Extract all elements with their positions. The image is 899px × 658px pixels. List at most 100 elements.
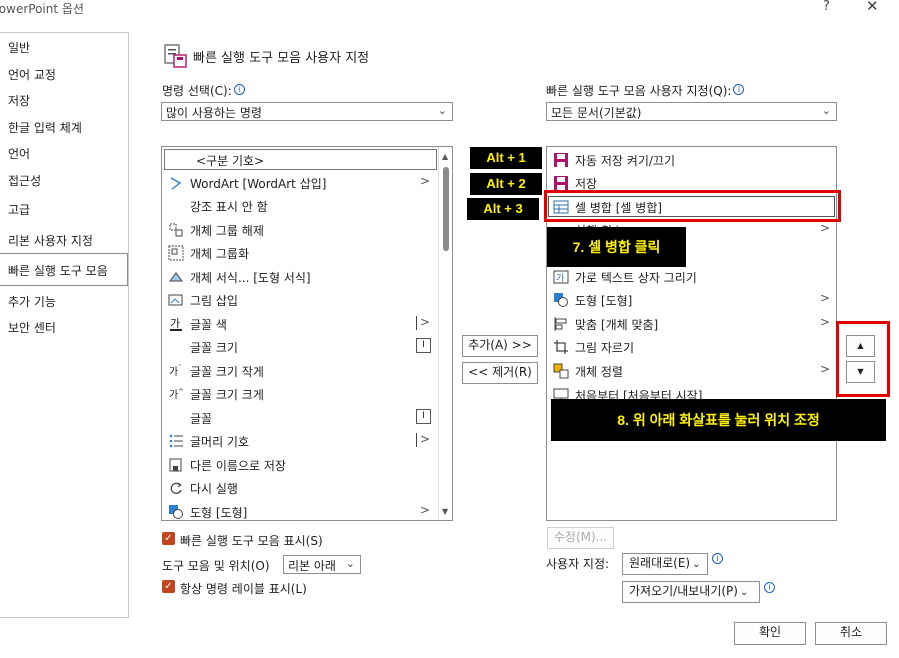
list-item[interactable]: 글꼴 크기 I [162,335,452,358]
insert-picture-icon [168,294,183,306]
nav-item-general[interactable]: 일반 [8,39,30,56]
nav-item-input[interactable]: 한글 입력 체계 [8,119,82,136]
cancel-button[interactable]: 취소 [815,622,887,645]
nav-item-customize-ribbon[interactable]: 리본 사용자 지정 [8,232,93,249]
svg-text:가: 가 [169,366,178,378]
info-icon[interactable]: i [733,84,745,95]
shapes-icon [169,505,183,519]
nav-item-language[interactable]: 언어 [8,145,30,162]
info-icon[interactable]: i [712,553,723,564]
list-item[interactable]: 가ˇ 글꼴 크기 작게 [162,359,452,382]
list-item-label: 맞춤 [개체 맞춤] [575,318,659,332]
chevron-right-icon: > [420,315,431,329]
nav-item-quick-access[interactable]: 빠른 실행 도구 모음 [8,262,108,279]
chevron-right-icon: > [820,291,831,305]
commands-scrollbar[interactable]: ▲ ▼ [438,147,452,520]
list-item[interactable]: 도형 [도형] > [162,500,452,520]
quick-access-toolbar-icon [164,44,187,68]
nav-item-proofing[interactable]: 언어 교정 [8,66,56,83]
reset-button[interactable]: 원래대로(E) ⌄ [622,553,708,575]
list-item[interactable]: 개체 그룹화 [162,241,452,264]
move-up-button[interactable]: ▲ [846,335,875,357]
ok-button[interactable]: 확인 [734,622,806,645]
chevron-down-icon: ⌄ [345,557,355,570]
chevron-right-icon: > [820,315,831,329]
nav-item-save[interactable]: 저장 [8,92,30,109]
list-item[interactable]: 개체 정렬 > [547,359,836,382]
customizations-label: 사용자 지정: [546,557,610,571]
move-down-button[interactable]: ▼ [846,361,875,383]
font-box-icon: I [416,409,431,424]
page-title: 빠른 실행 도구 모음 사용자 지정 [193,51,370,66]
show-toolbar-label: 빠른 실행 도구 모음 표시(S) [180,534,323,548]
close-button[interactable]: ✕ [866,0,879,15]
list-item[interactable]: WordArt [WordArt 삽입] > [162,171,452,194]
always-show-labels-label: 항상 명령 레이블 표시(L) [180,582,307,596]
list-item[interactable]: 개체 그룹 해제 [162,218,452,241]
commands-list[interactable]: <구분 기호> WordArt [WordArt 삽입] > 강조 표시 안 함… [161,146,453,521]
customize-toolbar-text: 빠른 실행 도구 모음 사용자 지정(Q): [546,84,732,98]
svg-text:ˇ: ˇ [178,364,182,372]
modify-button[interactable]: 수정(M)... [547,527,614,549]
alt1-annotation: Alt + 1 [470,147,542,169]
choose-commands-label: 명령 선택(C): i [162,82,245,99]
svg-text:가: 가 [169,389,178,401]
split-divider [416,433,417,447]
always-show-labels-checkbox[interactable]: ✓ [162,580,175,593]
scroll-down-icon[interactable]: ▼ [442,507,448,516]
format-shape-icon [169,272,183,282]
list-item-label: 글머리 기호 [190,435,250,449]
list-item[interactable]: 다른 이름으로 저장 [162,453,452,476]
nav-item-advanced[interactable]: 고급 [8,201,30,218]
add-button[interactable]: 추가(A) >> [462,335,538,357]
list-item[interactable]: 그림 자르기 [547,335,836,358]
remove-button[interactable]: << 제거(R) [462,362,538,384]
scrollbar-thumb[interactable] [443,167,449,251]
list-item-label: 글꼴 색 [190,318,227,332]
list-item[interactable]: 가 ^ 글꼴 크기 크게 [162,382,452,405]
help-button[interactable]: ? [823,0,830,14]
list-item[interactable]: 가 글꼴 색 > [162,312,452,335]
customize-toolbar-value: 모든 문서(기본값) [551,106,642,120]
crop-icon [554,340,568,354]
list-item[interactable]: 자동 저장 켜기/끄기 [547,148,836,171]
font-color-icon: 가 [170,317,182,331]
list-item[interactable]: 글꼴 I [162,406,452,429]
nav-item-accessibility[interactable]: 접근성 [8,172,41,189]
list-item[interactable]: 글머리 기호 > [162,429,452,452]
nav-item-addins[interactable]: 추가 기능 [8,293,56,310]
svg-text:^: ^ [178,388,184,396]
customize-toolbar-dropdown[interactable]: 모든 문서(기본값) ⌄ [546,102,837,121]
list-item-label: 도형 [도형] [190,506,248,520]
list-item-label: 그림 자르기 [575,341,635,355]
save-icon [554,176,568,190]
chevron-down-icon: ⌄ [739,587,749,598]
triangle-down-icon: ▼ [857,367,864,376]
list-item[interactable]: 강조 표시 안 함 [162,194,452,217]
move-buttons-highlight [836,321,890,397]
list-item-label: 다른 이름으로 저장 [190,459,286,473]
info-icon[interactable]: i [764,582,775,593]
options-nav: 일반 언어 교정 저장 한글 입력 체계 언어 접근성 고급 리본 사용자 지정… [0,32,129,618]
list-item-label: <구분 기호> [196,154,265,168]
alt3-annotation: Alt + 3 [467,198,539,220]
scroll-up-icon[interactable]: ▲ [442,152,448,161]
list-item[interactable]: 다시 실행 [162,476,452,499]
show-toolbar-checkbox[interactable]: ✓ [162,532,175,545]
info-icon[interactable]: i [233,84,245,95]
nav-item-trust-center[interactable]: 보안 센터 [8,319,56,336]
list-item[interactable]: 개체 서식... [도형 서식] [162,265,452,288]
choose-commands-dropdown[interactable]: 많이 사용하는 명령 ⌄ [161,102,453,121]
align-icon [554,317,567,331]
step8-callout: 8. 위 아래 화살표를 눌러 위치 조정 [551,399,886,441]
import-export-button[interactable]: 가져오기/내보내기(P) ⌄ [622,581,760,603]
customize-toolbar-label: 빠른 실행 도구 모음 사용자 지정(Q): i [546,82,745,99]
list-item[interactable]: 맞춤 [개체 맞춤] > [547,312,836,335]
list-item[interactable]: <구분 기호> [162,148,452,171]
list-item-label: 글꼴 크기 [190,341,238,355]
list-item[interactable]: 가 가로 텍스트 상자 그리기 [547,265,836,288]
list-item[interactable]: 그림 삽입 [162,288,452,311]
step7-callout: 7. 셀 병합 클릭 [547,227,686,267]
toolbar-position-dropdown[interactable]: 리본 아래 ⌄ [283,555,361,574]
list-item[interactable]: 도형 [도형] > [547,288,836,311]
